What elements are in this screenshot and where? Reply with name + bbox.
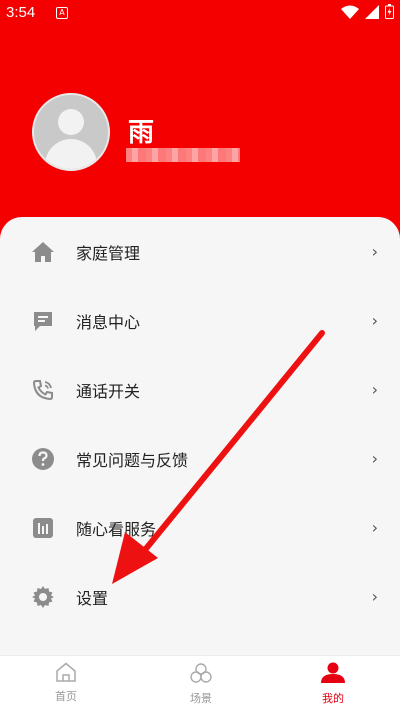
tab-scene[interactable]: 场景 <box>171 662 231 706</box>
menu-item-call-switch[interactable]: 通话开关 › <box>0 355 400 424</box>
user-id-redacted <box>126 148 240 162</box>
chevron-right-icon: › <box>371 449 378 468</box>
wifi-icon <box>341 5 359 19</box>
home-outline-icon <box>56 662 76 682</box>
battery-icon <box>385 4 394 19</box>
chevron-right-icon: › <box>371 587 378 606</box>
notification-icon: A <box>56 7 68 19</box>
menu-item-label: 家庭管理 <box>76 243 141 263</box>
tab-home[interactable]: 首页 <box>36 662 96 706</box>
avatar[interactable] <box>32 93 110 171</box>
chart-icon <box>31 516 55 540</box>
user-name: 雨 <box>128 118 155 148</box>
status-time: 3:54 <box>6 4 36 21</box>
status-indicators <box>341 4 394 19</box>
bottom-tab-bar: 首页 场景 我的 <box>0 655 400 710</box>
tab-profile[interactable]: 我的 <box>303 662 363 706</box>
avatar-head-icon <box>58 109 84 135</box>
phone-icon <box>31 378 55 402</box>
chevron-right-icon: › <box>371 518 378 537</box>
menu-item-label: 随心看服务 <box>76 519 157 539</box>
status-bar: 3:54 A <box>0 0 400 26</box>
chevron-right-icon: › <box>371 242 378 261</box>
scene-icon <box>190 663 212 683</box>
message-icon <box>31 309 55 333</box>
tab-label: 首页 <box>55 690 77 703</box>
chevron-right-icon: › <box>371 311 378 330</box>
menu-item-label: 消息中心 <box>76 312 141 332</box>
help-icon <box>31 447 55 471</box>
tab-label: 我的 <box>322 692 344 705</box>
menu-item-label: 常见问题与反馈 <box>76 450 189 470</box>
menu-item-family-management[interactable]: 家庭管理 › <box>0 217 400 286</box>
gear-icon <box>31 585 55 609</box>
profile-icon <box>321 662 345 683</box>
chevron-right-icon: › <box>371 380 378 399</box>
menu-item-settings[interactable]: 设置 › <box>0 562 400 631</box>
home-icon <box>31 240 55 264</box>
menu-card: 家庭管理 › 消息中心 › 通话开关 › 常见问题与反馈 › 随心看服务 › 设… <box>0 217 400 657</box>
menu-item-faq-feedback[interactable]: 常见问题与反馈 › <box>0 424 400 493</box>
menu-item-label: 通话开关 <box>76 381 141 401</box>
avatar-body-icon <box>45 139 97 169</box>
menu-item-message-center[interactable]: 消息中心 › <box>0 286 400 355</box>
tab-label: 场景 <box>190 692 212 705</box>
signal-icon <box>365 4 379 19</box>
menu-item-watch-service[interactable]: 随心看服务 › <box>0 493 400 562</box>
menu-item-label: 设置 <box>76 588 109 608</box>
